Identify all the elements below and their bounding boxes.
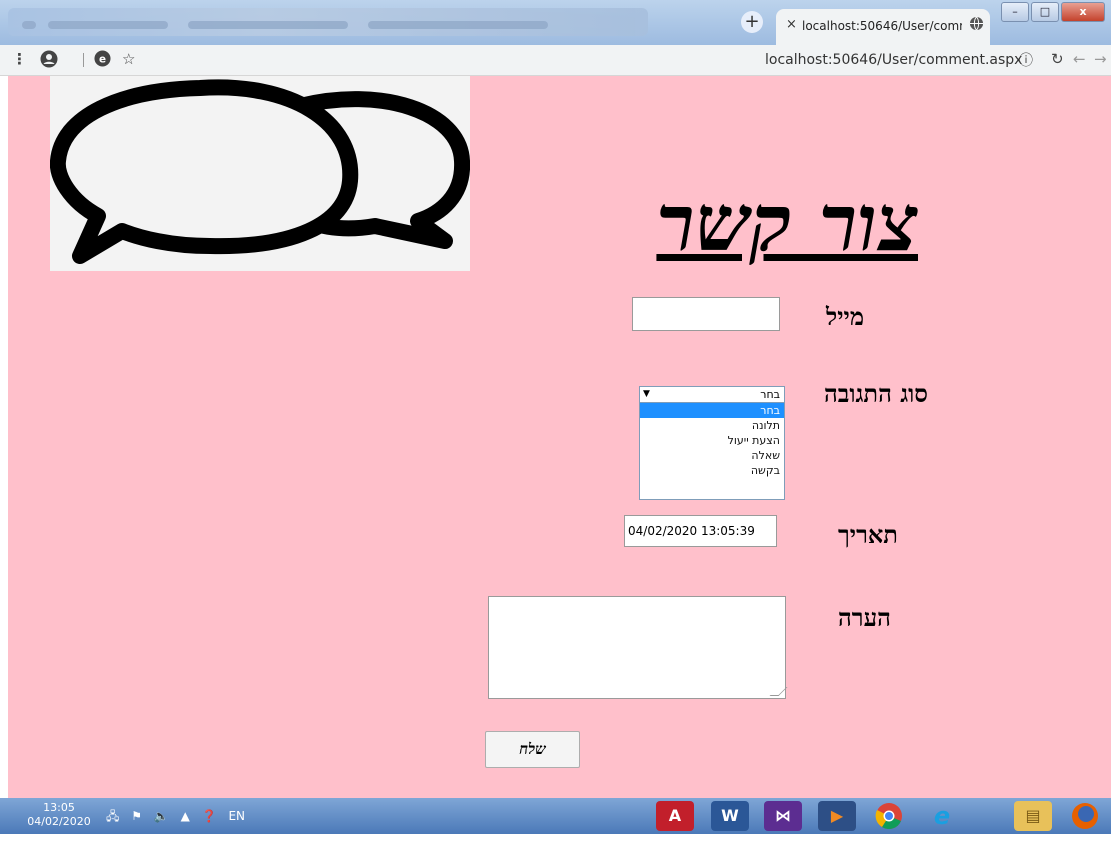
browser-tab-bar: + × localhost:50646/User/comment.a – □ x — [0, 0, 1111, 45]
visual-studio-icon[interactable]: ⋈ — [764, 801, 802, 831]
close-window-button[interactable]: x — [1061, 2, 1105, 22]
new-tab-button[interactable]: + — [741, 11, 763, 33]
page-content: צור קשר מייל סוג התגובה בחר ▼ בחר תלונה … — [8, 76, 1111, 798]
active-tab[interactable]: × localhost:50646/User/comment.a — [776, 9, 990, 45]
email-input[interactable] — [632, 297, 780, 331]
window-controls: – □ x — [999, 2, 1105, 22]
forward-icon[interactable]: → — [1094, 50, 1107, 68]
help-icon[interactable]: ❓ — [202, 809, 217, 823]
menu-dots-icon[interactable]: ⋮ — [12, 50, 27, 68]
browser-toolbar: ⋮ e ☆ localhost:50646/User/comment.aspx … — [0, 45, 1111, 76]
clock-time: 13:05 — [43, 801, 75, 814]
comment-label: הערה — [838, 603, 891, 632]
flag-icon[interactable]: ⚑ — [131, 809, 142, 823]
taskbar-clock[interactable]: 13:05 04/02/2020 — [24, 801, 94, 829]
tab-favicon-icon — [22, 21, 36, 29]
date-input[interactable]: 04/02/2020 13:05:39 — [624, 515, 777, 547]
page-title: צור קשר — [656, 178, 918, 269]
account-icon[interactable] — [40, 50, 58, 72]
extension-icon[interactable]: e — [94, 50, 111, 71]
language-indicator[interactable]: EN — [228, 809, 245, 823]
selected-value: בחר — [760, 388, 780, 401]
response-type-option[interactable]: תלונה — [640, 418, 784, 433]
svg-text:e: e — [99, 53, 106, 65]
background-tabs[interactable] — [8, 8, 648, 36]
toolbar-separator — [83, 53, 84, 67]
tab-close-icon[interactable]: × — [786, 17, 797, 32]
globe-icon — [969, 16, 984, 35]
response-type-label: סוג התגובה — [824, 379, 928, 408]
media-player-icon[interactable]: ▶ — [818, 801, 856, 831]
response-type-option[interactable]: בקשה — [640, 463, 784, 478]
tab-label — [48, 21, 168, 29]
tray-expand-icon[interactable]: ▲ — [181, 809, 190, 823]
email-label: מייל — [826, 302, 865, 331]
file-explorer-icon[interactable]: ▤ — [1014, 801, 1052, 831]
resize-grip-icon[interactable] — [769, 687, 788, 696]
response-type-selected[interactable]: בחר ▼ — [640, 387, 784, 403]
back-icon[interactable]: ← — [1073, 50, 1086, 68]
volume-icon[interactable]: 🔈 — [154, 809, 169, 823]
taskbar: 13:05 04/02/2020 🖧 ⚑ 🔈 ▲ ❓ EN A W ⋈ ▶ e … — [0, 798, 1111, 834]
access-icon[interactable]: A — [656, 801, 694, 831]
system-tray: 🖧 ⚑ 🔈 ▲ ❓ EN — [106, 807, 253, 828]
comment-textarea[interactable] — [488, 596, 788, 699]
firefox-icon[interactable] — [1066, 801, 1104, 831]
response-type-option[interactable]: שאלה — [640, 448, 784, 463]
response-type-option[interactable]: הצעת ייעול — [640, 433, 784, 448]
internet-explorer-icon[interactable]: e — [923, 801, 961, 831]
maximize-button[interactable]: □ — [1031, 2, 1059, 22]
response-type-option[interactable]: בחר — [640, 403, 784, 418]
clock-date: 04/02/2020 — [27, 815, 91, 828]
send-button[interactable]: שלח — [485, 731, 580, 768]
info-icon[interactable]: ⓘ — [1019, 50, 1033, 70]
tab-title: localhost:50646/User/comment.a — [802, 19, 962, 33]
address-bar[interactable]: localhost:50646/User/comment.aspx — [765, 52, 1022, 68]
dropdown-arrow-icon[interactable]: ▼ — [643, 387, 650, 402]
tab-label — [368, 21, 548, 29]
response-type-select[interactable]: בחר ▼ בחר תלונה הצעת ייעול שאלה בקשה — [639, 386, 785, 500]
bookmark-star-icon[interactable]: ☆ — [122, 50, 135, 68]
tab-label — [188, 21, 348, 29]
word-icon[interactable]: W — [711, 801, 749, 831]
minimize-button[interactable]: – — [1001, 2, 1029, 22]
network-icon[interactable]: 🖧 — [106, 809, 119, 823]
chrome-icon[interactable] — [870, 801, 908, 831]
reload-icon[interactable]: ↻ — [1051, 50, 1064, 68]
date-label: תאריך — [838, 520, 898, 549]
chat-bubbles-logo-icon — [49, 76, 471, 271]
